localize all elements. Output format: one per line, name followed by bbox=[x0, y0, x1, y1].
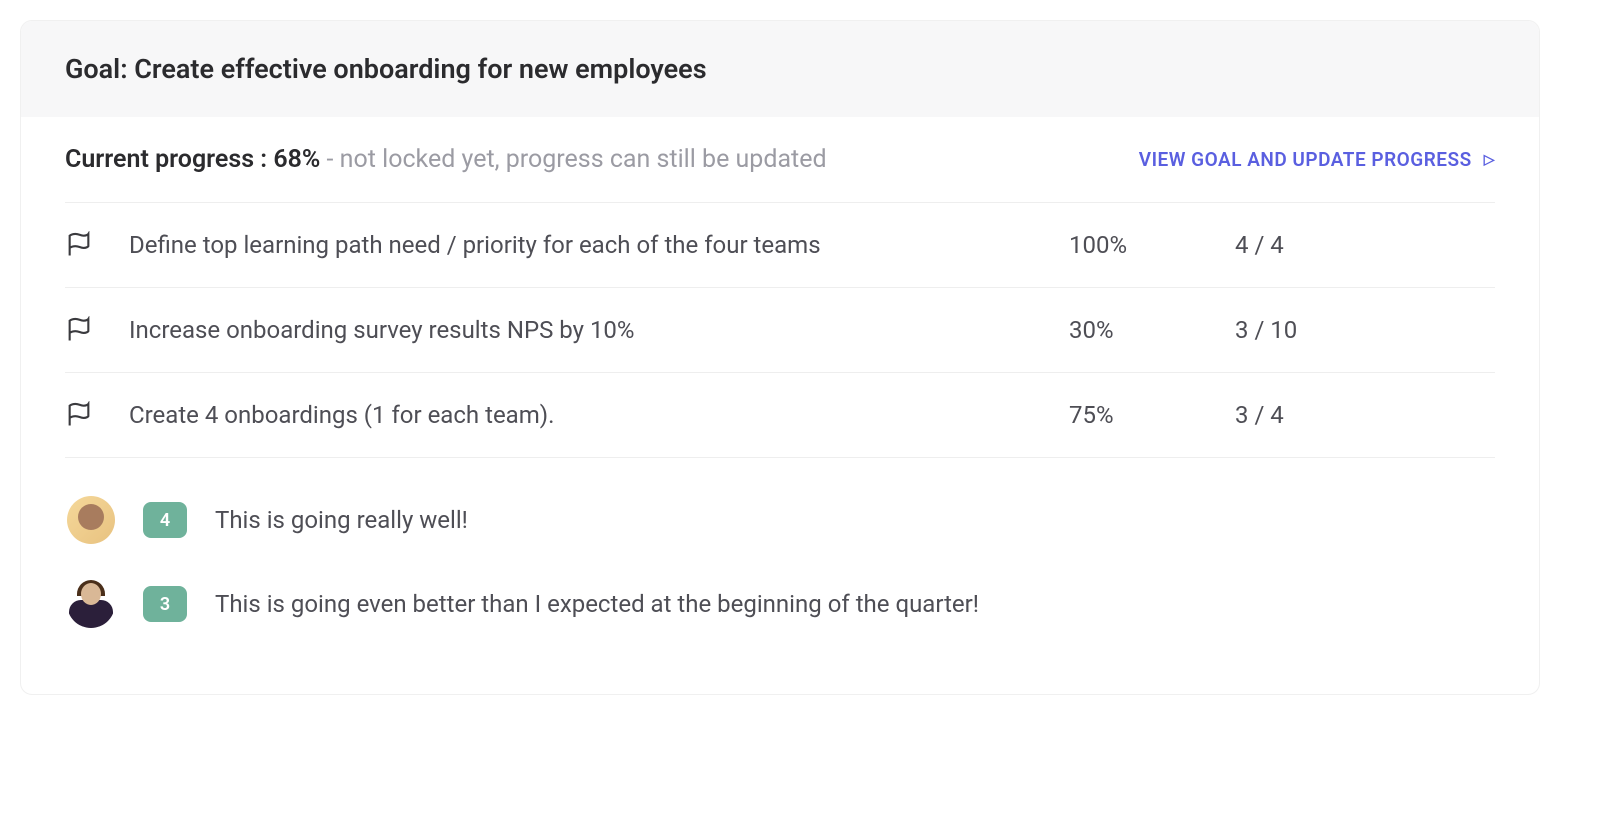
subgoal-title: Define top learning path need / priority… bbox=[129, 231, 1033, 259]
goal-body: Current progress : 68% - not locked yet,… bbox=[21, 117, 1539, 694]
chevron-right-icon: ▷ bbox=[1484, 152, 1495, 168]
score-badge: 3 bbox=[143, 586, 187, 622]
subgoal-title: Increase onboarding survey results NPS b… bbox=[129, 316, 1033, 344]
avatar bbox=[67, 580, 115, 628]
subgoal-row: Increase onboarding survey results NPS b… bbox=[65, 288, 1495, 373]
comment-row: 4 This is going really well! bbox=[65, 478, 1495, 562]
goal-title-text: Create effective onboarding for new empl… bbox=[134, 53, 706, 85]
view-goal-link[interactable]: VIEW GOAL AND UPDATE PROGRESS ▷ bbox=[1139, 148, 1495, 171]
progress-row: Current progress : 68% - not locked yet,… bbox=[65, 145, 1495, 203]
flag-icon bbox=[65, 231, 93, 259]
flag-icon bbox=[65, 401, 93, 429]
progress-text: Current progress : 68% - not locked yet,… bbox=[65, 145, 827, 174]
goal-title: Goal: Create effective onboarding for ne… bbox=[65, 53, 1495, 85]
subgoal-percent: 30% bbox=[1069, 316, 1199, 344]
goal-header: Goal: Create effective onboarding for ne… bbox=[21, 21, 1539, 117]
avatar bbox=[67, 496, 115, 544]
goal-title-prefix: Goal: bbox=[65, 53, 134, 85]
score-badge: 4 bbox=[143, 502, 187, 538]
comment-text: This is going even better than I expecte… bbox=[215, 590, 979, 618]
progress-label: Current progress : bbox=[65, 145, 273, 174]
subgoal-percent: 100% bbox=[1069, 231, 1199, 259]
subgoal-count: 3 / 10 bbox=[1235, 316, 1495, 344]
flag-icon bbox=[65, 316, 93, 344]
subgoal-count: 3 / 4 bbox=[1235, 401, 1495, 429]
comment-text: This is going really well! bbox=[215, 506, 468, 534]
view-goal-link-text: VIEW GOAL AND UPDATE PROGRESS bbox=[1139, 148, 1472, 171]
subgoal-title: Create 4 onboardings (1 for each team). bbox=[129, 401, 1033, 429]
comment-row: 3 This is going even better than I expec… bbox=[65, 562, 1495, 646]
progress-percent: 68% bbox=[273, 145, 320, 174]
subgoal-row: Define top learning path need / priority… bbox=[65, 203, 1495, 288]
progress-note: - not locked yet, progress can still be … bbox=[320, 145, 826, 174]
goal-card: Goal: Create effective onboarding for ne… bbox=[20, 20, 1540, 695]
comments-section: 4 This is going really well! 3 This is g… bbox=[65, 478, 1495, 646]
subgoal-row: Create 4 onboardings (1 for each team). … bbox=[65, 373, 1495, 458]
subgoal-percent: 75% bbox=[1069, 401, 1199, 429]
subgoal-count: 4 / 4 bbox=[1235, 231, 1495, 259]
